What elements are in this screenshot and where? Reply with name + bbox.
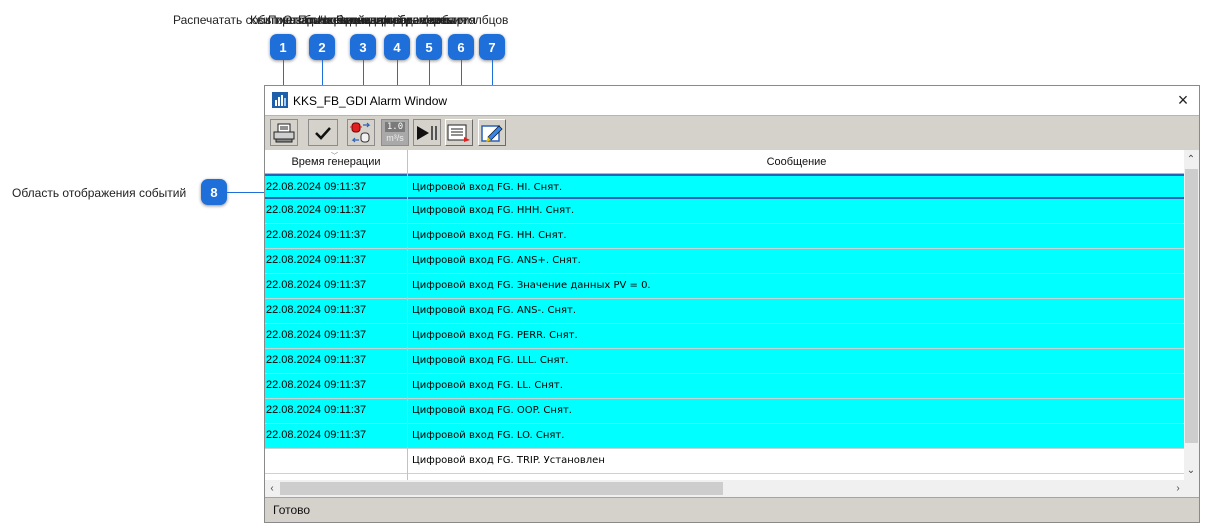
printer-icon	[273, 123, 295, 142]
toolbar: 1.0 m³/s	[265, 115, 1199, 151]
horizontal-scroll-thumb[interactable]	[280, 482, 723, 495]
event-message: Цифровой вход FG. HH. Снят.	[412, 230, 567, 241]
event-message: Цифровой вход FG. Значение данных PV = 0…	[412, 280, 651, 291]
window-title: KKS_FB_GDI Alarm Window	[293, 94, 448, 108]
table-row[interactable]: 22.08.2024 09:11:37 Цифровой вход FG. HH.…	[265, 224, 1185, 249]
callout-label-events-area: Область отображения событий	[12, 186, 187, 200]
table-row[interactable]: 22.08.2024 09:11:37 Цифровой вход FG. LO.…	[265, 424, 1185, 449]
event-time: 22.08.2024 09:11:37	[266, 379, 367, 391]
title-bar: KKS_FB_GDI Alarm Window ×	[265, 86, 1199, 115]
scroll-left-icon[interactable]: ‹	[265, 481, 279, 496]
app-icon	[272, 92, 288, 108]
events-rows: 22.08.2024 09:11:37 Цифровой вход FG. HI.…	[265, 174, 1185, 474]
callout-label-filter: Редактировать фильтр	[336, 13, 464, 27]
event-message: Цифровой вход FG. TRIP. Установлен	[412, 455, 605, 466]
table-row[interactable]: 22.08.2024 09:11:37 Цифровой вход FG. HI.…	[265, 174, 1185, 199]
event-message: Цифровой вход FG. OOP. Снят.	[412, 405, 572, 416]
list-settings-icon	[447, 124, 470, 142]
events-table: Время генерации ﹀ Сообщение 22.08.2024 0…	[265, 150, 1199, 498]
badge-1: 1	[270, 34, 296, 60]
print-button[interactable]	[270, 119, 298, 146]
checkmark-icon	[315, 126, 331, 140]
scrollbar-corner	[1184, 480, 1199, 497]
event-message: Цифровой вход FG. PERR. Снят.	[412, 330, 578, 341]
table-row[interactable]: 22.08.2024 09:11:37 Цифровой вход FG. LLL…	[265, 349, 1185, 374]
alarm-window: KKS_FB_GDI Alarm Window × 1.0 m³/s Время…	[264, 85, 1200, 523]
vertical-scroll-thumb[interactable]	[1185, 169, 1198, 443]
event-time: 22.08.2024 09:11:37	[266, 181, 367, 193]
sort-indicator-icon: ﹀	[331, 153, 338, 160]
show-hide-alarms-button[interactable]	[347, 119, 375, 146]
event-time: 22.08.2024 09:11:37	[266, 329, 367, 341]
edit-filter-button[interactable]	[478, 119, 506, 146]
scroll-right-icon[interactable]: ›	[1171, 481, 1185, 496]
badge-4: 4	[384, 34, 410, 60]
event-time: 22.08.2024 09:11:37	[266, 429, 367, 441]
close-icon[interactable]: ×	[1173, 90, 1193, 110]
table-row[interactable]: 22.08.2024 09:11:37 Цифровой вход FG. OOP…	[265, 399, 1185, 424]
event-time: 22.08.2024 09:11:37	[266, 204, 367, 216]
event-message: Цифровой вход FG. LL. Снят.	[412, 380, 563, 391]
acknowledge-button[interactable]	[308, 119, 338, 146]
badge-6: 6	[448, 34, 474, 60]
status-bar: Готово	[265, 497, 1199, 522]
badge-5: 5	[416, 34, 442, 60]
event-time: 22.08.2024 09:11:37	[266, 279, 367, 291]
units-display: 1.0 m³/s	[383, 121, 407, 144]
event-message: Цифровой вход FG. ANS-. Снят.	[412, 305, 577, 316]
vertical-scrollbar[interactable]: ⌃ ⌄	[1184, 150, 1199, 480]
event-time: 22.08.2024 09:11:37	[266, 354, 367, 366]
leader-line-8	[227, 192, 267, 193]
badge-8: 8	[201, 179, 227, 205]
horizontal-scrollbar[interactable]: ‹ ›	[265, 480, 1185, 497]
column-header-message[interactable]: Сообщение	[408, 150, 1185, 173]
event-time: 22.08.2024 09:11:37	[266, 404, 367, 416]
column-gridline	[407, 150, 408, 498]
alarm-bell-icon	[350, 122, 371, 142]
table-row[interactable]: Цифровой вход FG. TRIP. Установлен	[265, 449, 1185, 474]
scroll-down-icon[interactable]: ⌄	[1184, 463, 1198, 478]
table-row[interactable]: 22.08.2024 09:11:37 Цифровой вход FG. LL.…	[265, 374, 1185, 399]
event-message: Цифровой вход FG. HHH. Снят.	[412, 205, 575, 216]
column-settings-button[interactable]	[445, 119, 473, 146]
table-header: Время генерации ﹀ Сообщение	[265, 150, 1185, 174]
table-row[interactable]: 22.08.2024 09:11:37 Цифровой вход FG. ANS…	[265, 299, 1185, 324]
edit-pen-icon	[481, 124, 503, 142]
table-row[interactable]: 22.08.2024 09:11:37 Цифровой вход FG. PER…	[265, 324, 1185, 349]
event-message: Цифровой вход FG. ANS+. Снят.	[412, 255, 581, 266]
status-text: Готово	[273, 503, 311, 517]
units-button[interactable]: 1.0 m³/s	[381, 119, 409, 146]
pause-resume-button[interactable]	[413, 119, 441, 146]
table-row[interactable]: 22.08.2024 09:11:37 Цифровой вход FG. HHH…	[265, 199, 1185, 224]
event-message: Цифровой вход FG. LLL. Снят.	[412, 355, 569, 366]
table-row[interactable]: 22.08.2024 09:11:37 Цифровой вход FG. Зна…	[265, 274, 1185, 299]
event-message: Цифровой вход FG. HI. Снят.	[412, 182, 563, 193]
scroll-up-icon[interactable]: ⌃	[1184, 152, 1198, 167]
units-value: 1.0	[385, 121, 405, 132]
badge-7: 7	[479, 34, 505, 60]
event-time: 22.08.2024 09:11:37	[266, 254, 367, 266]
event-message: Цифровой вход FG. LO. Снят.	[412, 430, 565, 441]
badge-3: 3	[350, 34, 376, 60]
play-pause-icon	[417, 125, 437, 140]
event-time: 22.08.2024 09:11:37	[266, 229, 367, 241]
units-label: m³/s	[386, 132, 404, 143]
event-time: 22.08.2024 09:11:37	[266, 304, 367, 316]
badge-2: 2	[309, 34, 335, 60]
table-row[interactable]: 22.08.2024 09:11:37 Цифровой вход FG. ANS…	[265, 249, 1185, 274]
